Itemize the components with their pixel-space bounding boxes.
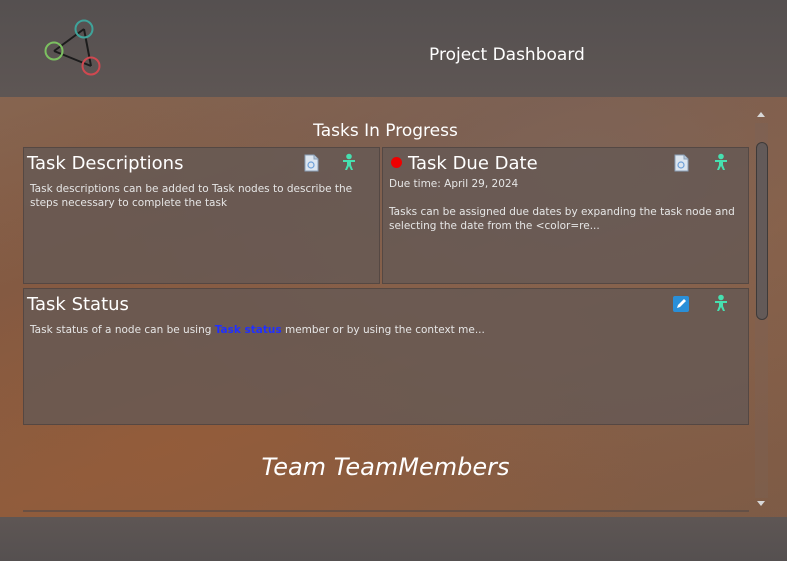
- status-dot: [391, 157, 402, 168]
- person-icon[interactable]: [340, 153, 358, 171]
- card-title: Task Status: [27, 294, 129, 315]
- card-description: Task status of a node can be using Task …: [30, 323, 742, 337]
- team-section-title: Team TeamMembers: [261, 453, 510, 481]
- divider: [23, 510, 749, 512]
- task-card-due-date[interactable]: Task Due Date Due time: April 29, 2024 T…: [382, 147, 749, 284]
- footer-bar: [0, 517, 787, 561]
- status-text-before: Task status of a node can be using: [30, 324, 215, 336]
- task-card-status[interactable]: Task Status Task status of a node can be…: [23, 288, 749, 425]
- person-icon[interactable]: [712, 294, 730, 312]
- edit-icon[interactable]: [672, 295, 690, 313]
- person-icon[interactable]: [712, 153, 730, 171]
- node-graph-logo-icon: [44, 19, 101, 76]
- card-title-row: Task Due Date: [391, 153, 538, 174]
- header-bar: Project Dashboard: [0, 0, 787, 97]
- card-description: Task descriptions can be added to Task n…: [30, 183, 353, 209]
- card-description: Tasks can be assigned due dates by expan…: [389, 206, 735, 232]
- task-status-link[interactable]: Task status: [215, 324, 282, 336]
- scroll-up-icon[interactable]: [757, 112, 765, 117]
- section-title-tasks: Tasks In Progress: [313, 121, 458, 141]
- document-icon[interactable]: [302, 154, 320, 172]
- due-time-label: Due time: April 29, 2024: [389, 178, 519, 190]
- card-title: Task Due Date: [408, 153, 538, 174]
- card-title: Task Descriptions: [27, 153, 184, 174]
- scroll-down-icon[interactable]: [757, 501, 765, 506]
- task-card-descriptions[interactable]: Task Descriptions Task descriptions can …: [23, 147, 380, 284]
- vertical-scrollbar[interactable]: [754, 107, 770, 512]
- status-text-after: member or by using the context me...: [281, 324, 485, 336]
- scroll-thumb[interactable]: [756, 142, 768, 320]
- document-icon[interactable]: [672, 154, 690, 172]
- scroll-track[interactable]: [755, 123, 768, 498]
- main-content: Tasks In Progress Task Descriptions Task…: [0, 97, 787, 517]
- page-title: Project Dashboard: [429, 45, 585, 65]
